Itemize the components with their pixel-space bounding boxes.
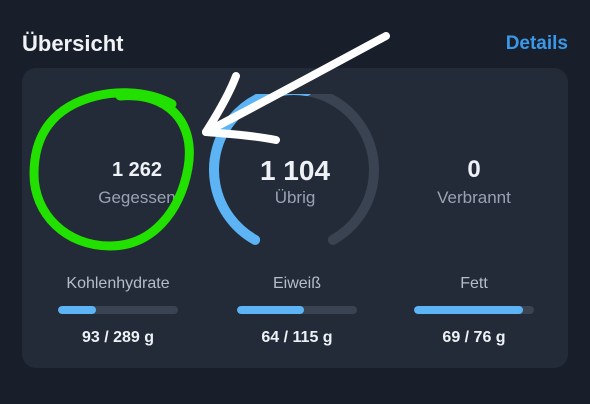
macro-protein: Eiweiß 64 / 115 g xyxy=(217,274,377,348)
eaten-label: Gegessen xyxy=(98,188,176,207)
macro-fat: Fett 69 / 76 g xyxy=(394,274,554,348)
page-title: Übersicht xyxy=(22,31,124,56)
macro-fat-label: Fett xyxy=(460,275,488,292)
remaining-label: Übrig xyxy=(274,188,316,207)
overview-header: Übersicht Details xyxy=(22,28,568,60)
macro-carbs-label: Kohlenhydrate xyxy=(66,275,170,292)
macro-carbs-progress-fill xyxy=(58,306,97,314)
remaining-value: 1 104 xyxy=(259,155,331,186)
macro-carbs-value: 93 / 289 g xyxy=(81,329,155,346)
remaining-stat: 1 104 Übrig xyxy=(210,154,380,208)
macro-protein-progress-track xyxy=(237,306,357,314)
macro-fat-value: 69 / 76 g xyxy=(442,329,506,346)
macro-protein-label: Eiweiß xyxy=(272,275,321,292)
macro-fat-progress-fill xyxy=(414,306,524,314)
nutrition-overview-screen: Übersicht Details 1 262 Gegessen 1 104 Ü… xyxy=(0,0,590,404)
eaten-stat: 1 262 Gegessen xyxy=(52,156,222,208)
burned-label: Verbrannt xyxy=(437,188,511,207)
macro-protein-progress-fill xyxy=(237,306,305,314)
details-link[interactable]: Details xyxy=(506,33,568,55)
macro-protein-value: 64 / 115 g xyxy=(261,329,333,346)
burned-value: 0 xyxy=(467,156,481,183)
macro-carbs-progress-track xyxy=(58,306,178,314)
macro-carbs: Kohlenhydrate 93 / 289 g xyxy=(38,274,198,348)
eaten-value: 1 262 xyxy=(111,159,163,181)
burned-stat: 0 Verbrannt xyxy=(389,156,559,208)
macro-fat-progress-track xyxy=(414,306,534,314)
overview-card[interactable]: 1 262 Gegessen 1 104 Übrig 0 Verbrannt K… xyxy=(22,68,568,368)
